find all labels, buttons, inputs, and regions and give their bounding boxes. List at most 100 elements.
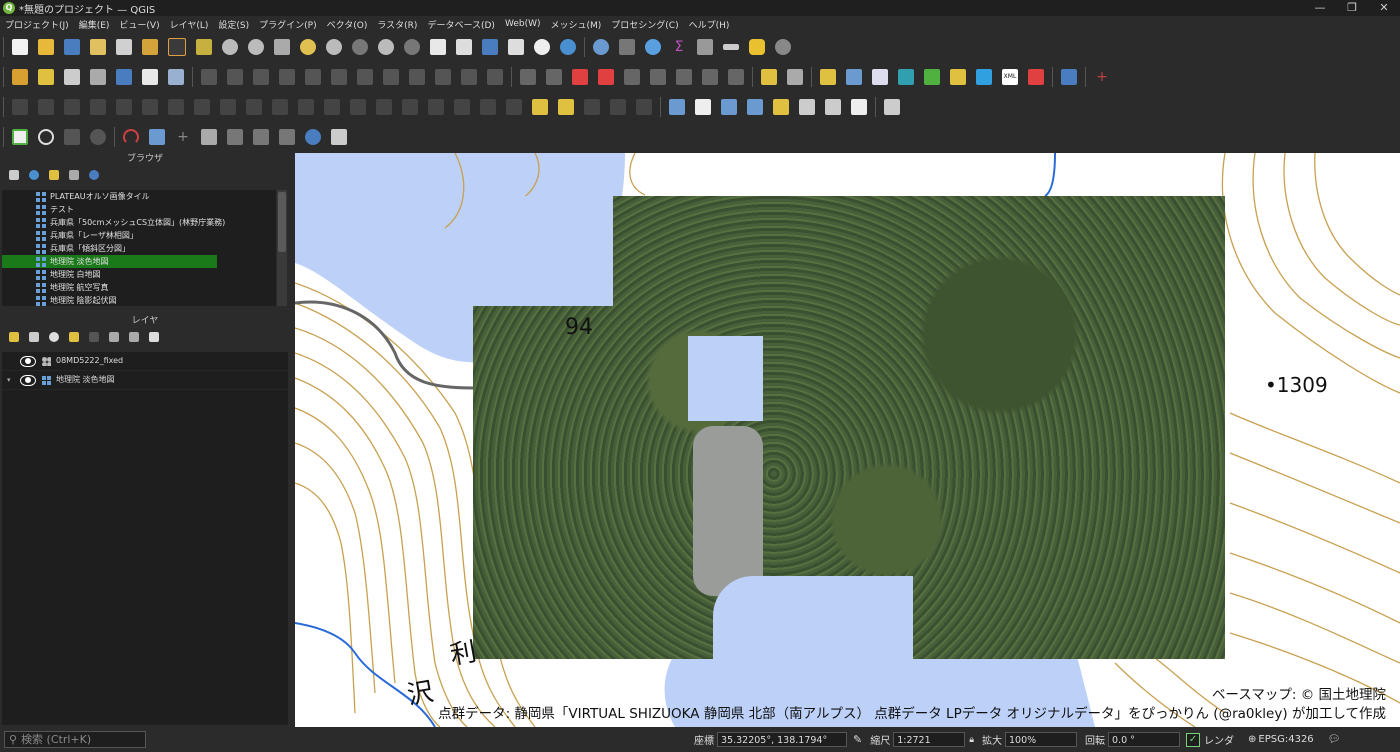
merge-attributes-icon[interactable]: [428, 99, 444, 115]
menu-project[interactable]: プロジェクト(J): [0, 18, 74, 31]
browser-item[interactable]: 兵庫県「レーザ林相図」: [2, 229, 276, 242]
filter-expression-icon[interactable]: [89, 332, 99, 342]
select-all-icon[interactable]: [610, 99, 626, 115]
menu-help[interactable]: ヘルプ(H): [684, 18, 735, 31]
field-calculator-icon[interactable]: [697, 39, 713, 55]
label-highlight-icon[interactable]: [572, 69, 588, 85]
menu-edit[interactable]: 編集(E): [74, 18, 115, 31]
scale-lock-icon[interactable]: 🔒︎: [969, 735, 974, 745]
georeferencer-icon[interactable]: [761, 69, 777, 85]
delete-selected-icon[interactable]: [357, 69, 373, 85]
shape-digitize-icon[interactable]: [253, 129, 269, 145]
add-mesh-icon[interactable]: [168, 69, 184, 85]
eye-icon[interactable]: [20, 374, 36, 386]
sync-icon[interactable]: [90, 129, 106, 145]
fill-ring-icon[interactable]: [272, 99, 288, 115]
data-source-manager-icon[interactable]: [12, 69, 28, 85]
select-by-value-icon[interactable]: [558, 99, 574, 115]
reshape-feature-icon[interactable]: [324, 99, 340, 115]
annotation-marker-icon[interactable]: [773, 99, 789, 115]
plugin-tool-icon[interactable]: [787, 69, 803, 85]
info-icon[interactable]: [305, 129, 321, 145]
rotate-feature-icon[interactable]: [142, 99, 158, 115]
magnetic-icon[interactable]: [123, 129, 139, 145]
crosshair-icon[interactable]: +: [1094, 69, 1110, 85]
menu-mesh[interactable]: メッシュ(M): [546, 18, 607, 31]
menu-web[interactable]: Web(W): [500, 19, 546, 29]
menu-vector[interactable]: ベクタ(O): [322, 18, 373, 31]
messages-icon[interactable]: 💬︎: [1328, 734, 1341, 745]
copy-features-icon[interactable]: [409, 69, 425, 85]
show-hide-labels-icon[interactable]: [702, 69, 718, 85]
layer-row[interactable]: ▾ 地理院 淡色地図: [2, 371, 288, 390]
open-project-icon[interactable]: [38, 39, 54, 55]
merge-features-icon[interactable]: [402, 99, 418, 115]
identify-features-icon[interactable]: [593, 39, 609, 55]
select-features-icon[interactable]: [532, 99, 548, 115]
zoom-native-icon[interactable]: [352, 39, 368, 55]
delete-ring-icon[interactable]: [298, 99, 314, 115]
add-selected-layers-icon[interactable]: [9, 170, 19, 180]
browser-item[interactable]: 地理院 航空写真: [2, 281, 276, 294]
overview-icon[interactable]: [12, 129, 28, 145]
render-checkbox[interactable]: ✓: [1186, 732, 1201, 747]
measure-area-icon[interactable]: [149, 129, 165, 145]
add-polygon-icon[interactable]: [279, 69, 295, 85]
zoom-in-icon[interactable]: [222, 39, 238, 55]
manage-visibility-icon[interactable]: [49, 332, 59, 342]
zoom-next-icon[interactable]: [404, 39, 420, 55]
add-part-icon[interactable]: [246, 99, 262, 115]
xml-plugin-icon[interactable]: XML: [1002, 69, 1018, 85]
temporal-controller-icon[interactable]: [534, 39, 550, 55]
map-settings-gear-icon[interactable]: [38, 129, 54, 145]
qgis2threejs-icon[interactable]: [924, 69, 940, 85]
digitize-curve-icon[interactable]: [38, 99, 54, 115]
print-layout-icon[interactable]: [116, 39, 132, 55]
magnifier-spinbox[interactable]: 100%: [1005, 732, 1078, 747]
node-tool-icon[interactable]: [279, 129, 295, 145]
gps-icon[interactable]: [884, 99, 900, 115]
remove-layer-icon[interactable]: [149, 332, 159, 342]
move-feature-icon[interactable]: [116, 99, 132, 115]
menu-plugins[interactable]: プラグイン(P): [254, 18, 321, 31]
browser-item-selected[interactable]: 地理院 淡色地図: [2, 255, 217, 268]
offset-curve-icon[interactable]: [350, 99, 366, 115]
quickmapservices-icon[interactable]: [898, 69, 914, 85]
undo-icon[interactable]: [461, 69, 477, 85]
zoom-out-icon[interactable]: [248, 39, 264, 55]
label-abc-icon[interactable]: [598, 69, 614, 85]
expand-arrow-icon[interactable]: ▾: [7, 371, 11, 389]
annotation-point-icon[interactable]: [721, 99, 737, 115]
cut-features-icon[interactable]: [383, 69, 399, 85]
menu-view[interactable]: ビュー(V): [114, 18, 164, 31]
browser-item[interactable]: 兵庫県「50cmメッシュCS立体図」(林野庁業務): [2, 216, 276, 229]
map-tips-icon[interactable]: [749, 39, 765, 55]
layer-plugin-icon[interactable]: [950, 69, 966, 85]
deselect-icon[interactable]: [584, 99, 600, 115]
grid-plugin-icon[interactable]: [201, 129, 217, 145]
eye-icon[interactable]: [20, 355, 36, 367]
add-wms-icon[interactable]: [116, 69, 132, 85]
diagram-tool-icon[interactable]: [728, 69, 744, 85]
toolbar-handle[interactable]: [3, 127, 4, 147]
menu-raster[interactable]: ラスタ(R): [372, 18, 422, 31]
model-designer-icon[interactable]: [872, 69, 888, 85]
text-annotation-icon[interactable]: [669, 99, 685, 115]
new-project-icon[interactable]: [12, 39, 28, 55]
new-3d-view-icon[interactable]: [456, 39, 472, 55]
filter-legend-icon[interactable]: [69, 332, 79, 342]
label-tool-icon[interactable]: [520, 69, 536, 85]
change-label-icon[interactable]: [676, 69, 692, 85]
annotation-polygon-icon[interactable]: [799, 99, 815, 115]
processing-toolbox-icon[interactable]: [846, 69, 862, 85]
add-point-icon[interactable]: +: [175, 129, 191, 145]
minimize-button[interactable]: —: [1304, 0, 1336, 16]
style-manager-icon[interactable]: [142, 39, 158, 55]
wrench-icon[interactable]: [331, 129, 347, 145]
toggle-editing-icon[interactable]: [227, 69, 243, 85]
zoom-to-layer-icon[interactable]: [326, 39, 342, 55]
add-vector-layer-icon[interactable]: [38, 69, 54, 85]
pan-to-selection-icon[interactable]: [196, 39, 212, 55]
save-edits-icon[interactable]: [253, 69, 269, 85]
new-bookmark-icon[interactable]: [482, 39, 498, 55]
